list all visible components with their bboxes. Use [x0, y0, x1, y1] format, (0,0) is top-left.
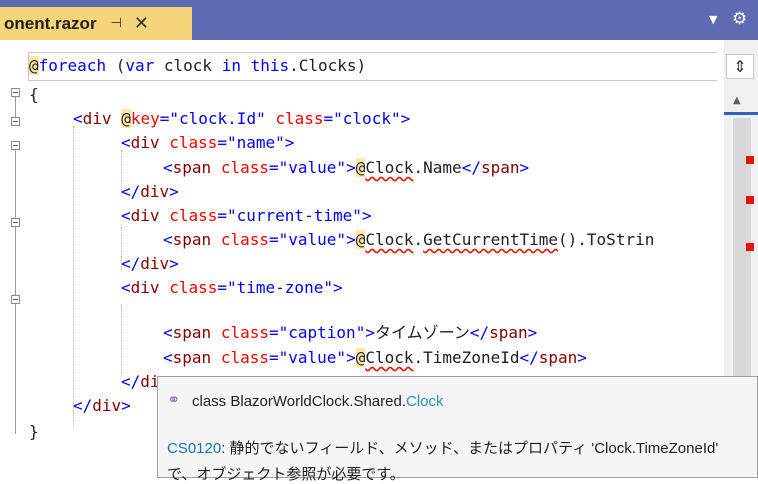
code-line-6: <div class="current-time">: [121, 206, 372, 225]
tooltip-signature: class BlazorWorldClock.Shared.Clock: [192, 393, 444, 410]
pin-icon[interactable]: ⊣: [111, 16, 122, 31]
collapse-foreach-icon[interactable]: [11, 88, 20, 97]
open-brace: {: [29, 85, 39, 104]
indent-guide: [121, 304, 122, 376]
error-squiggle: GetCurrentTime: [423, 230, 559, 249]
class-icon: ⚭: [167, 390, 181, 409]
sticky-line: @foreach (var clock in this.Clocks): [29, 56, 367, 75]
code-line-13: </div>: [73, 396, 131, 415]
outline-line: [15, 97, 16, 117]
error-marker[interactable]: [746, 156, 754, 164]
document-tab-bar: onent.razor ⊣ ✕ ▼ ⚙: [0, 0, 758, 40]
error-code-link[interactable]: CS0120: [167, 440, 221, 457]
code-line-12: </di: [121, 372, 160, 391]
error-squiggle: Clock: [365, 158, 414, 177]
outline-line: [15, 150, 16, 218]
tooltip-error-message-continued: で、オブジェクト参照が必要です。: [167, 466, 405, 483]
close-brace: }: [29, 422, 39, 441]
collapse-div-current-time-icon[interactable]: [11, 218, 20, 227]
gear-icon[interactable]: ⚙: [732, 9, 747, 29]
tab-title: onent.razor: [4, 13, 97, 33]
code-line-3: <div class="name">: [121, 133, 295, 152]
code-line-4: <span class="value">@Clock.Name</span>: [163, 158, 530, 177]
tab-component-razor[interactable]: onent.razor ⊣ ✕: [0, 7, 192, 40]
code-line-7: <span class="value">@Clock.GetCurrentTim…: [163, 230, 655, 249]
code-line-2: <div @key="clock.Id" class="clock">: [73, 109, 411, 128]
code-line-14: }: [29, 420, 39, 444]
quick-info-tooltip: ⚭ class BlazorWorldClock.Shared.Clock CS…: [157, 376, 758, 483]
outline-line: [15, 304, 16, 434]
scroll-position-indicator: [724, 112, 758, 115]
tooltip-error-message: CS0120: 静的でないフィールド、メソッド、またはプロパティ 'Clock.…: [167, 440, 719, 457]
error-marker[interactable]: [746, 196, 754, 204]
code-line-9: <div class="time-zone">: [121, 278, 343, 297]
code-line-10: <span class="caption">タイムゾーン</span>: [163, 323, 538, 342]
code-line-5: </div>: [121, 182, 179, 201]
close-icon[interactable]: ✕: [134, 14, 149, 33]
collapse-div-clock-icon[interactable]: [11, 117, 20, 126]
error-squiggle: Clock: [365, 348, 414, 367]
code-line-11: <span class="value">@Clock.TimeZoneId</s…: [163, 348, 587, 367]
outline-line: [15, 227, 16, 295]
split-editor-button[interactable]: ⇕: [726, 54, 754, 79]
code-line-8: </div>: [121, 254, 179, 273]
class-link[interactable]: Clock: [406, 393, 444, 410]
collapse-div-time-zone-icon[interactable]: [11, 295, 20, 304]
error-marker[interactable]: [746, 243, 754, 251]
sticky-scroll-header[interactable]: @foreach (var clock in this.Clocks): [28, 52, 717, 81]
indent-guide: [73, 126, 74, 426]
tab-list-dropdown-icon[interactable]: ▼: [709, 13, 717, 26]
scroll-up-arrow-icon[interactable]: ▲: [733, 95, 741, 106]
code-line-1: {: [29, 83, 39, 107]
collapse-div-name-icon[interactable]: [11, 141, 20, 150]
error-squiggle: Clock: [365, 230, 414, 249]
